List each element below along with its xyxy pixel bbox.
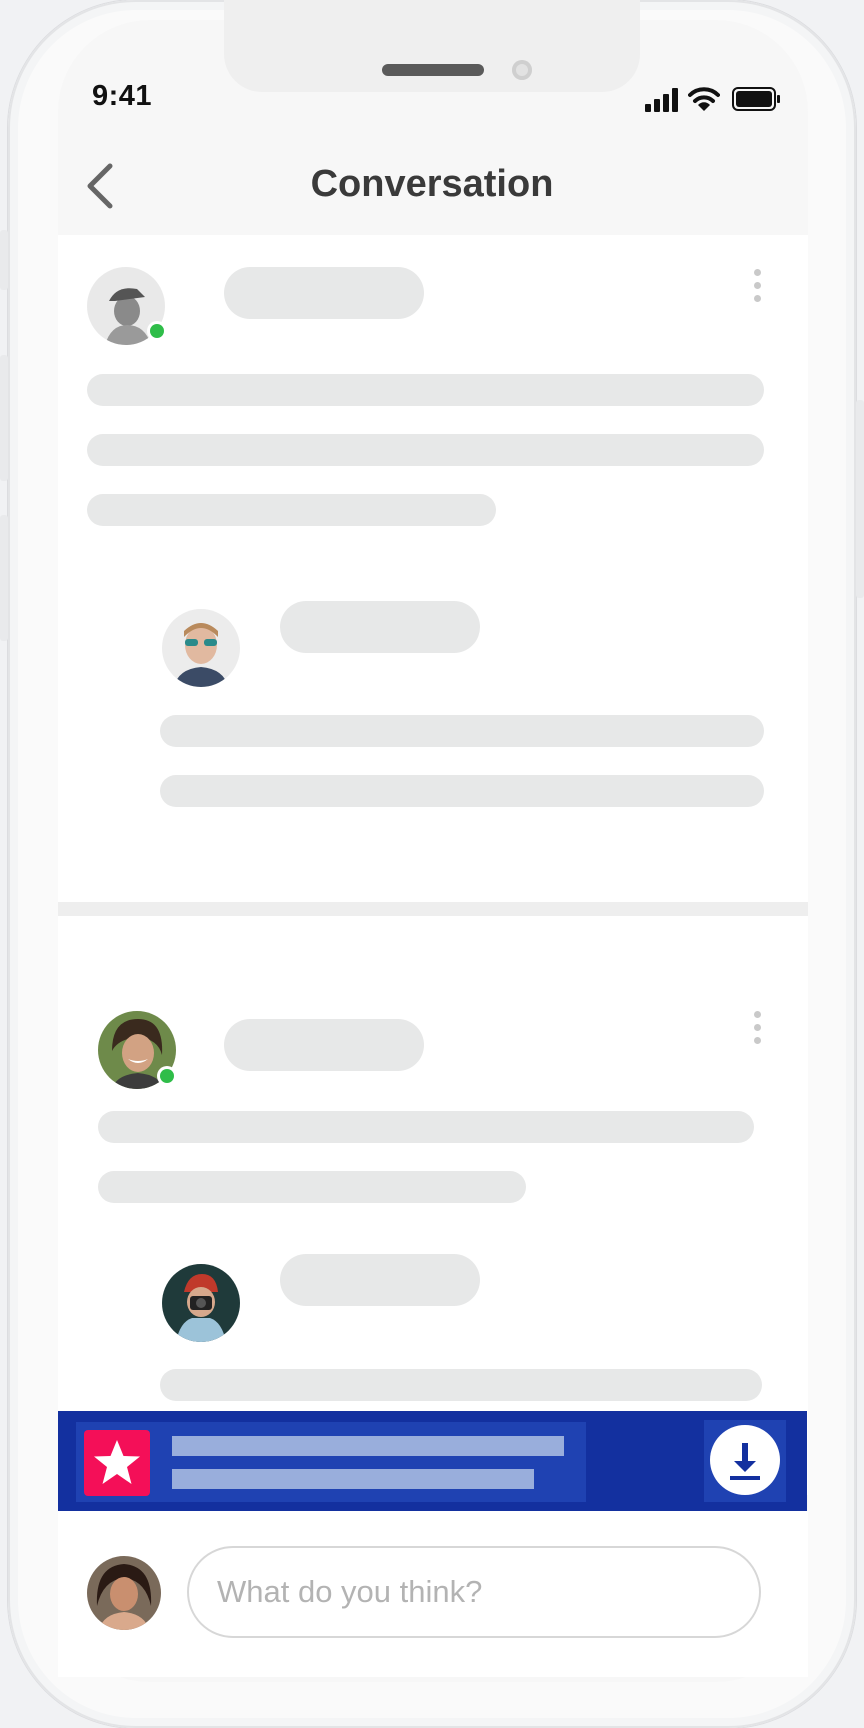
volume-up-button [0,355,8,481]
wifi-icon [688,87,720,111]
more-options-icon[interactable] [754,1011,762,1050]
online-indicator [160,1069,174,1083]
avatar-woman-curly[interactable] [87,1556,161,1630]
avatar-person-camera[interactable] [162,1264,240,1342]
skeleton-name [224,1019,424,1071]
skeleton-line [160,775,764,807]
download-icon [730,1443,760,1480]
comment-input[interactable]: What do you think? [187,1546,761,1638]
skeleton-line [87,434,764,466]
mute-switch [0,230,8,290]
front-camera [512,60,532,80]
skeleton-line [160,1369,762,1401]
notch [224,0,640,92]
skeleton-line [98,1171,526,1203]
page-title: Conversation [310,163,554,205]
skeleton-line [98,1111,754,1143]
skeleton-name [280,601,480,653]
cellular-signal-icon [645,88,678,112]
online-indicator [150,324,164,338]
download-button[interactable] [710,1425,780,1495]
skeleton-line [160,715,764,747]
ad-text-line [172,1436,564,1456]
more-options-icon[interactable] [754,269,762,308]
speaker [382,64,484,76]
ad-text-line [172,1469,534,1489]
ad-app-icon[interactable] [84,1430,150,1496]
skeleton-name [224,267,424,319]
star-icon [94,1440,140,1484]
avatar-man-sunglasses[interactable] [162,609,240,687]
skeleton-line [87,494,496,526]
volume-down-button [0,515,8,641]
skeleton-name [280,1254,480,1306]
power-button [856,400,864,598]
post-divider [58,902,808,916]
status-time: 9:41 [92,80,153,112]
ad-content [76,1422,586,1502]
skeleton-line [87,374,764,406]
battery-icon [732,87,780,111]
